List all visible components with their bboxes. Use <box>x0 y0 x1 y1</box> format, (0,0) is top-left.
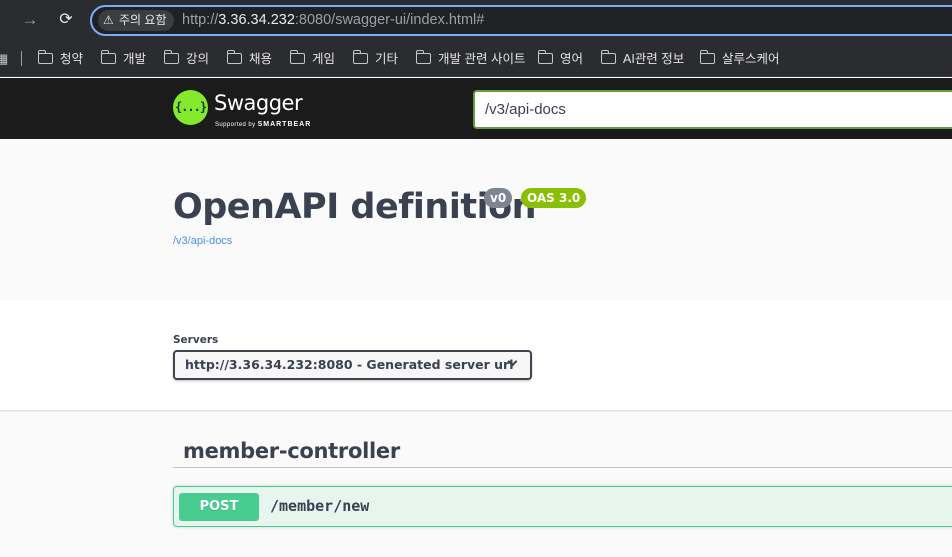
version-badge: v0 <box>484 188 513 208</box>
url-path: :8080/swagger-ui/index.html# <box>294 12 485 28</box>
folder-icon <box>37 50 53 64</box>
spec-url-link[interactable]: /v3/api-docs <box>173 235 232 247</box>
address-bar[interactable]: ⚠ 주의 요함 http://3.36.34.232:8080/swagger-u… <box>90 5 952 36</box>
oas-badge: OAS 3.0 <box>521 188 587 208</box>
folder-icon <box>163 50 179 64</box>
method-badge: POST <box>179 493 259 521</box>
swagger-tagline: Supported by SMARTBEAR <box>215 121 311 128</box>
bookmark-label: 채용 <box>249 52 273 66</box>
bookmark-item[interactable]: 개발 <box>100 49 147 69</box>
forward-icon[interactable]: → <box>18 8 42 32</box>
swagger-logo-icon[interactable]: {...} <box>173 90 208 125</box>
bookmark-item[interactable]: 영어 <box>537 49 584 69</box>
folder-icon <box>415 50 431 64</box>
bookmark-item[interactable]: AI관련 정보 <box>600 49 685 69</box>
swagger-topbar: {...} Swagger Supported by SMARTBEAR /v3… <box>0 78 952 139</box>
bookmark-item[interactable]: 개발 관련 사이트 <box>415 49 526 69</box>
swagger-logo-text[interactable]: Swagger <box>214 91 303 115</box>
bookmark-label: 영어 <box>560 52 584 66</box>
folder-icon <box>537 50 553 64</box>
security-chip-label: 주의 요함 <box>119 13 167 27</box>
operation-path: /member/new <box>270 497 370 515</box>
operation-post-member-new[interactable]: POST /member/new <box>173 486 952 527</box>
bookmark-label: 살루스케어 <box>722 52 780 66</box>
bookmark-item[interactable]: 청약 <box>37 49 84 69</box>
reload-icon[interactable]: ⟳ <box>54 8 78 32</box>
bookmark-label: 강의 <box>186 52 210 66</box>
api-info-section: OpenAPI definition v0 OAS 3.0 /v3/api-do… <box>0 139 952 300</box>
server-select[interactable]: http://3.36.34.232:8080 - Generated serv… <box>173 350 532 380</box>
url-scheme: http:// <box>182 12 219 28</box>
bookmark-label: 청약 <box>60 52 84 66</box>
url-text[interactable]: http://3.36.34.232:8080/swagger-ui/index… <box>182 12 484 28</box>
bookmarks-bar: ▦ 청약 개발 강의 채용 게임 기타 개발 관련 사이트 영어 AI관련 정보… <box>0 40 952 77</box>
tag-name: member-controller <box>183 439 400 463</box>
tagline-brand: SMARTBEAR <box>257 121 312 128</box>
bookmarks-divider <box>21 51 22 66</box>
bookmark-label: 개발 관련 사이트 <box>438 52 526 66</box>
browser-toolbar: → ⟳ ⚠ 주의 요함 http://3.36.34.232:8080/swagg… <box>0 0 952 40</box>
folder-icon <box>289 50 305 64</box>
bookmark-label: AI관련 정보 <box>623 52 685 66</box>
folder-icon <box>100 50 116 64</box>
bookmark-item[interactable]: 채용 <box>226 49 273 69</box>
bookmark-label: 개발 <box>123 52 147 66</box>
bookmark-item[interactable]: 살루스케어 <box>699 49 780 69</box>
apps-grid-icon[interactable]: ▦ <box>0 51 8 67</box>
folder-icon <box>352 50 368 64</box>
servers-container: Servers http://3.36.34.232:8080 - Genera… <box>0 300 952 410</box>
folder-icon <box>226 50 242 64</box>
bookmark-label: 게임 <box>312 52 336 66</box>
explore-url-input[interactable]: /v3/api-docs <box>473 90 952 129</box>
tagline-prefix: Supported by <box>215 122 258 128</box>
api-title: OpenAPI definition <box>173 187 537 227</box>
folder-icon <box>600 50 616 64</box>
folder-icon <box>699 50 715 64</box>
tag-header[interactable]: member-controller <box>173 428 952 468</box>
server-select-value: http://3.36.34.232:8080 - Generated serv… <box>185 357 514 372</box>
bookmark-item[interactable]: 기타 <box>352 49 399 69</box>
warning-triangle-icon: ⚠ <box>103 13 114 27</box>
servers-label: Servers <box>173 334 219 346</box>
security-chip[interactable]: ⚠ 주의 요함 <box>98 10 174 31</box>
bookmark-item[interactable]: 게임 <box>289 49 336 69</box>
bookmark-label: 기타 <box>375 52 399 66</box>
bookmark-item[interactable]: 강의 <box>163 49 210 69</box>
url-host: 3.36.34.232 <box>218 12 295 28</box>
